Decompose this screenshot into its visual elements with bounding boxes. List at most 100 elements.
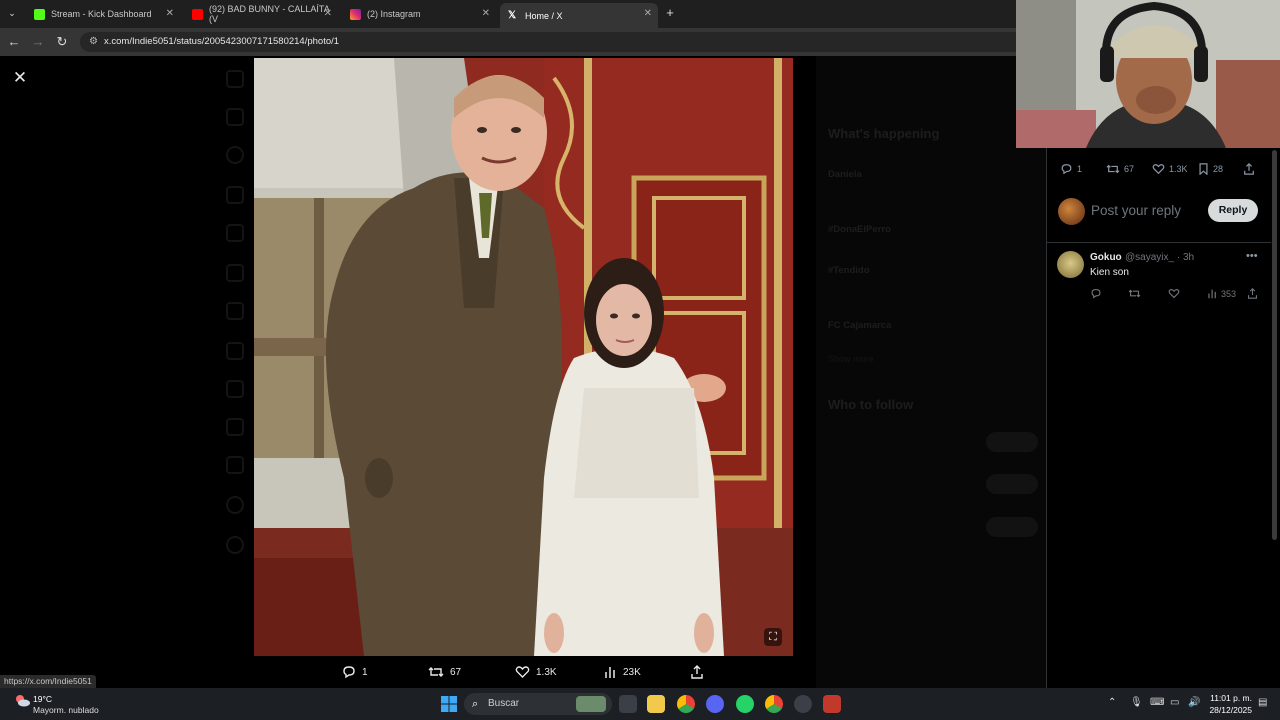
- tray-chevron-icon[interactable]: ⌃: [1108, 697, 1116, 708]
- bookmarks-icon: [226, 380, 244, 398]
- keyboard-icon[interactable]: ⌨: [1150, 697, 1164, 708]
- show-more-link: Show more: [828, 354, 874, 364]
- trend-item: #DonaElPerro: [828, 224, 891, 235]
- search-placeholder: Buscar: [488, 698, 520, 709]
- file-explorer-icon[interactable]: [647, 695, 665, 713]
- like-count: 1.3K: [1169, 164, 1188, 174]
- bookmark-count: 28: [1213, 164, 1224, 174]
- notifications-icon[interactable]: ▤: [1258, 697, 1267, 708]
- repost-count: 67: [1124, 164, 1135, 174]
- comment-like-action[interactable]: [1168, 288, 1183, 299]
- more-options-icon[interactable]: •••: [1246, 250, 1258, 262]
- tab-close-icon[interactable]: ✕: [644, 8, 652, 19]
- comment-author-name[interactable]: Gokuo: [1090, 252, 1122, 263]
- like-action[interactable]: 1.3K: [1152, 163, 1188, 175]
- x-logo-icon: 𝕏: [508, 10, 517, 21]
- heart-icon: [1152, 164, 1165, 175]
- tab-kick[interactable]: Stream - Kick Dashboard ✕: [26, 3, 180, 25]
- follow-button: [986, 432, 1038, 452]
- who-to-follow-heading: Who to follow: [828, 397, 914, 412]
- address-bar[interactable]: ⚙ x.com/Indie5051/status/200542300717158…: [80, 32, 1040, 52]
- microphone-icon[interactable]: 🎙: [1130, 697, 1143, 708]
- repost-count: 67: [450, 666, 462, 678]
- back-icon[interactable]: ←: [6, 34, 22, 50]
- comment-views-action[interactable]: 353: [1207, 288, 1236, 299]
- url-text: x.com/Indie5051/status/20054230071715802…: [104, 36, 340, 47]
- tab-youtube[interactable]: (92) BAD BUNNY - CALLAÍTA (V ✕: [184, 3, 338, 25]
- analytics-icon: [1208, 289, 1216, 299]
- share-action[interactable]: [1243, 163, 1259, 175]
- youtube-icon: [192, 8, 203, 20]
- premium-icon: [226, 456, 244, 474]
- like-action[interactable]: 1.3K: [515, 664, 557, 680]
- new-tab-button[interactable]: +: [662, 5, 678, 21]
- reply-input[interactable]: Post your reply: [1091, 203, 1181, 218]
- app-icon[interactable]: [794, 695, 812, 713]
- chrome-icon[interactable]: [677, 695, 695, 713]
- whatsapp-icon[interactable]: [736, 695, 754, 713]
- network-icon[interactable]: ▭: [1170, 697, 1179, 708]
- trend-item: Daniela: [828, 169, 862, 180]
- windows-start-icon[interactable]: [440, 695, 458, 713]
- share-icon: [1244, 163, 1254, 175]
- lists-icon: [226, 342, 244, 360]
- comment-author-handle[interactable]: @sayayix_ · 3h: [1125, 252, 1194, 263]
- reply-icon: [1061, 164, 1072, 175]
- reload-icon[interactable]: ↻: [54, 34, 70, 50]
- tab-instagram[interactable]: (2) Instagram ✕: [342, 3, 496, 25]
- image-edit-icon[interactable]: ⛶: [764, 628, 782, 646]
- bookmark-action[interactable]: 28: [1198, 163, 1223, 175]
- share-action[interactable]: [690, 664, 710, 680]
- comment-reply-action[interactable]: [1090, 288, 1105, 299]
- repost-icon: [1106, 164, 1120, 174]
- tab-search-icon[interactable]: ⌄: [4, 5, 20, 21]
- forward-icon[interactable]: →: [30, 34, 46, 50]
- weather-temperature[interactable]: 19°C: [33, 694, 52, 704]
- avatar: [1058, 198, 1085, 225]
- clock-date[interactable]: 28/12/2025: [1204, 705, 1252, 715]
- comment-repost-action[interactable]: [1128, 288, 1144, 299]
- chrome-active-icon[interactable]: [765, 695, 783, 713]
- repost-action[interactable]: 67: [428, 664, 461, 680]
- comment-share-action[interactable]: [1247, 288, 1261, 299]
- views-count: 23K: [623, 666, 641, 678]
- x-logo-icon: [226, 70, 244, 88]
- instagram-icon: [350, 8, 361, 20]
- site-info-icon[interactable]: ⚙: [89, 32, 98, 52]
- taskbar-search[interactable]: ⌕ Buscar: [464, 693, 612, 715]
- reply-icon: [1091, 289, 1101, 299]
- clock-time[interactable]: 11:01 p. m.: [1204, 693, 1252, 703]
- tweet-photo[interactable]: [254, 58, 793, 656]
- follow-button: [986, 517, 1038, 537]
- reply-button[interactable]: Reply: [1208, 199, 1258, 222]
- communities-icon: [226, 418, 244, 436]
- whats-happening-heading: What's happening: [828, 126, 940, 141]
- tab-label: (92) BAD BUNNY - CALLAÍTA (V: [209, 4, 330, 24]
- task-view-icon[interactable]: [619, 695, 637, 713]
- tab-close-icon[interactable]: ✕: [166, 8, 174, 19]
- views-action[interactable]: 23K: [604, 664, 641, 680]
- tab-close-icon[interactable]: ✕: [324, 8, 332, 19]
- tab-label: Home / X: [525, 10, 563, 21]
- weather-icon[interactable]: [14, 693, 30, 707]
- search-icon: ⌕: [472, 698, 479, 710]
- discord-icon[interactable]: [706, 695, 724, 713]
- weather-description[interactable]: Mayorm. nublado: [33, 705, 99, 715]
- repost-action[interactable]: 67: [1106, 163, 1134, 175]
- reply-action[interactable]: 1: [1060, 163, 1082, 175]
- home-icon: [226, 108, 244, 126]
- photo-illustration: [254, 58, 793, 656]
- volume-icon[interactable]: 🔊: [1188, 697, 1200, 708]
- grok-icon: [226, 302, 244, 320]
- avatar[interactable]: [1057, 251, 1084, 278]
- reply-action[interactable]: 1: [342, 664, 368, 680]
- scrollbar[interactable]: [1272, 150, 1277, 540]
- tab-label: Stream - Kick Dashboard: [51, 9, 152, 19]
- tab-close-icon[interactable]: ✕: [482, 8, 490, 19]
- close-icon[interactable]: ✕: [10, 68, 30, 88]
- app-icon[interactable]: [823, 695, 841, 713]
- webcam-overlay: [1016, 0, 1280, 148]
- tab-label: (2) Instagram: [367, 9, 421, 19]
- tab-x-home[interactable]: 𝕏 Home / X ✕: [500, 3, 658, 28]
- trend-item: #Tendido: [828, 265, 870, 276]
